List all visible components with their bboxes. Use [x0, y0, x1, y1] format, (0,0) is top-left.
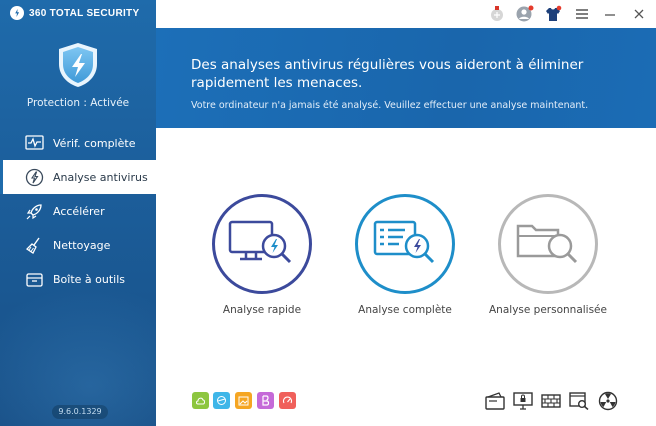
skin-tshirt-icon[interactable] — [544, 5, 562, 23]
window-search-icon[interactable] — [568, 390, 590, 412]
minimize-icon[interactable] — [601, 5, 619, 23]
sidebar-nav: Vérif. complète Analyse antivirus Accélé… — [0, 126, 156, 296]
quick-scan-button[interactable] — [212, 194, 312, 294]
close-icon[interactable] — [630, 5, 648, 23]
notification-badge-icon[interactable] — [488, 5, 506, 23]
cloud-icon[interactable] — [192, 392, 209, 409]
brand: 360 TOTAL SECURITY — [10, 6, 139, 20]
banner-title: Des analyses antivirus régulières vous a… — [191, 57, 584, 91]
folder-scan-icon — [516, 224, 578, 264]
user-account-icon[interactable] — [516, 5, 534, 23]
heartbeat-monitor-icon — [25, 134, 44, 153]
banner-subtitle: Votre ordinateur n'a jamais été analysé.… — [191, 100, 589, 111]
title-bar — [156, 0, 656, 28]
sidebar-item-cleanup[interactable]: Nettoyage — [0, 228, 156, 262]
app-window: 360 TOTAL SECURITY Protection : Activée … — [0, 0, 656, 426]
full-scan-label: Analyse complète — [358, 304, 452, 316]
lightning-circle-icon — [25, 168, 44, 187]
brand-logo-icon — [10, 6, 24, 20]
sidebar-item-label: Analyse antivirus — [53, 170, 148, 184]
toolbox-icon — [25, 270, 44, 289]
monitor-scan-icon — [228, 220, 292, 264]
rocket-icon — [25, 202, 44, 221]
browser-icon[interactable] — [213, 392, 230, 409]
menu-icon[interactable] — [573, 5, 591, 23]
sidebar-item-label: Vérif. complète — [53, 136, 136, 150]
sidebar-item-toolbox[interactable]: Boîte à outils — [0, 262, 156, 296]
image-icon[interactable] — [235, 392, 252, 409]
sidebar-item-antivirus[interactable]: Analyse antivirus — [0, 160, 156, 194]
sidebar-item-label: Nettoyage — [53, 238, 111, 252]
custom-scan-button[interactable] — [498, 194, 598, 294]
wallet-icon[interactable] — [484, 390, 506, 412]
sidebar-item-speedup[interactable]: Accélérer — [0, 194, 156, 228]
brand-name: 360 TOTAL SECURITY — [29, 7, 140, 19]
broom-icon — [25, 236, 44, 255]
sidebar: 360 TOTAL SECURITY Protection : Activée … — [0, 0, 156, 426]
custom-scan-option[interactable]: Analyse personnalisée — [478, 194, 618, 316]
protection-status: Protection : Activée — [26, 97, 130, 109]
info-banner: Des analyses antivirus régulières vous a… — [156, 28, 656, 128]
shield-icon — [59, 43, 97, 87]
custom-scan-label: Analyse personnalisée — [489, 304, 607, 316]
speed-gauge-icon[interactable] — [279, 392, 296, 409]
full-scan-option[interactable]: Analyse complète — [335, 194, 475, 316]
version-badge: 9.6.0.1329 — [52, 405, 108, 419]
radiation-icon[interactable] — [597, 390, 619, 412]
quick-scan-label: Analyse rapide — [222, 304, 302, 316]
b-letter-icon[interactable] — [257, 392, 274, 409]
firewall-icon[interactable] — [540, 390, 562, 412]
sidebar-item-full-check[interactable]: Vérif. complète — [0, 126, 156, 160]
list-scan-icon — [373, 220, 435, 264]
sidebar-item-label: Boîte à outils — [53, 272, 126, 286]
sidebar-item-label: Accélérer — [53, 204, 105, 218]
quick-scan-option[interactable]: Analyse rapide — [192, 194, 332, 316]
monitor-lock-icon[interactable] — [512, 390, 534, 412]
full-scan-button[interactable] — [355, 194, 455, 294]
